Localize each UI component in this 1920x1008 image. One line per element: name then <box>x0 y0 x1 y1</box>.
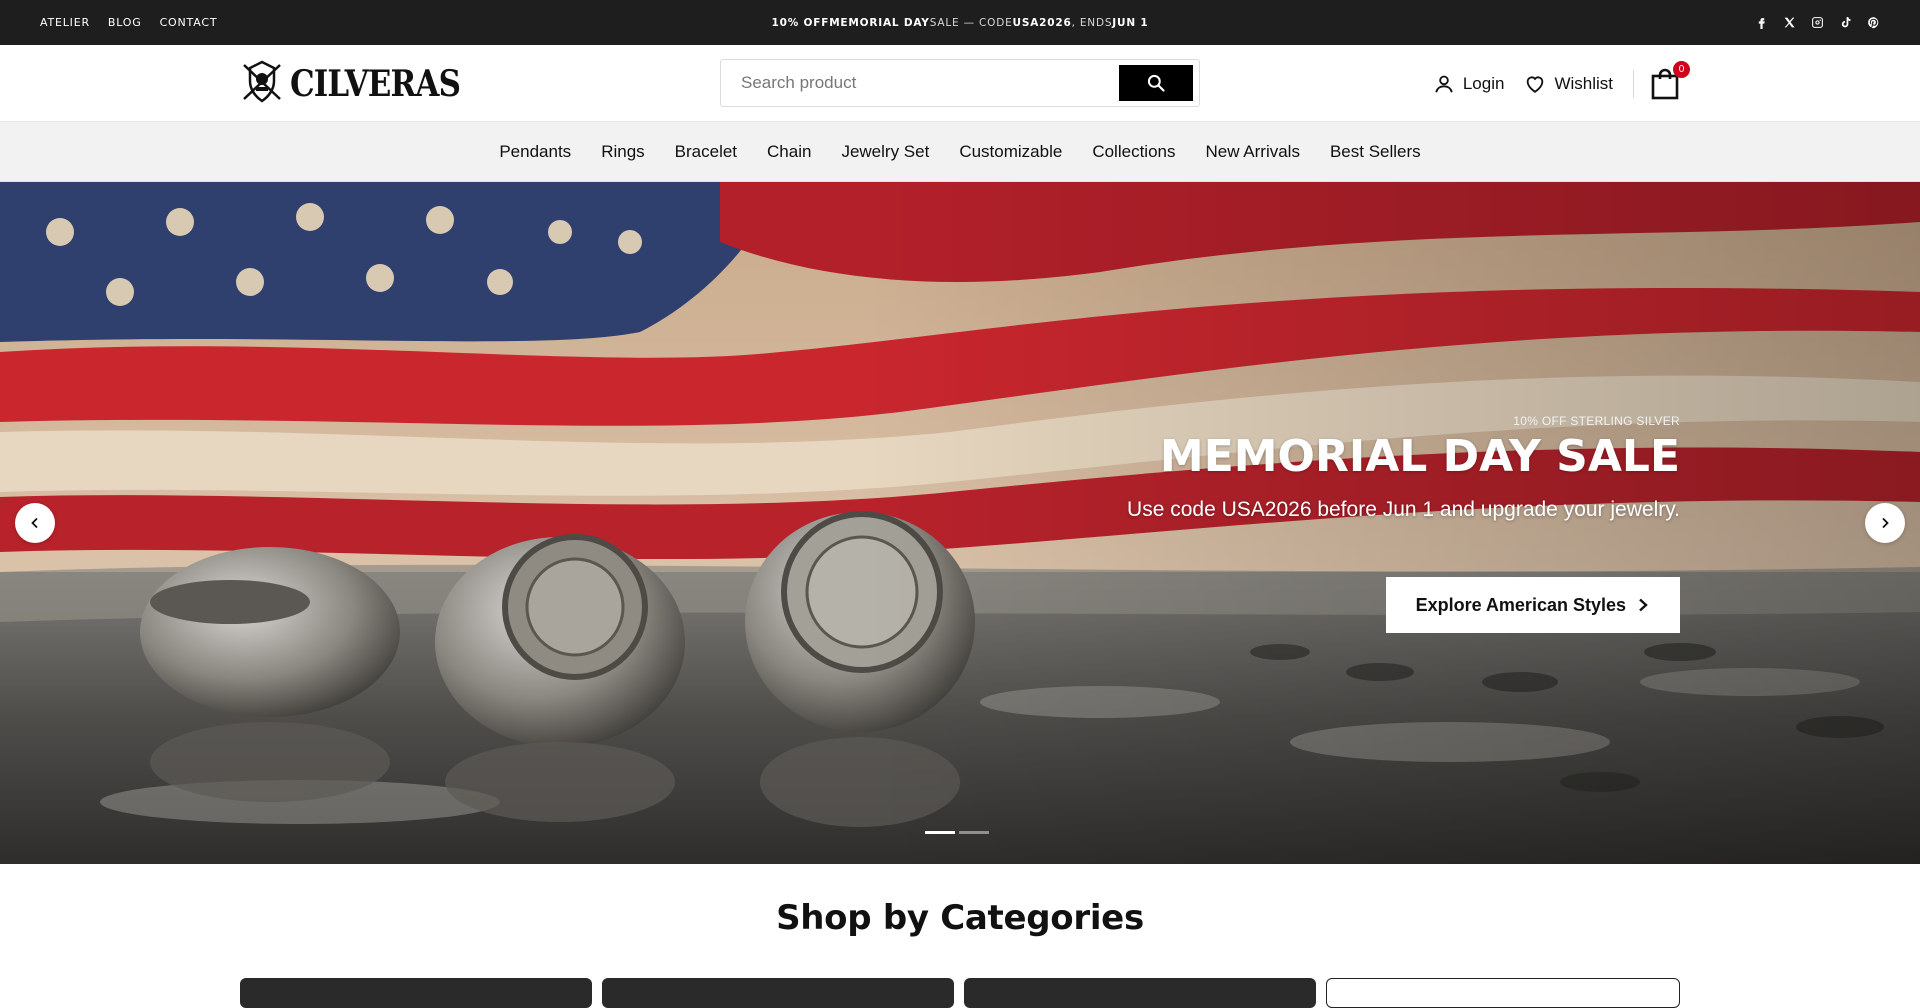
hero-subtitle: Use code USA2026 before Jun 1 and upgrad… <box>1127 498 1680 522</box>
header-actions: Login Wishlist 0 <box>1433 45 1690 122</box>
category-card[interactable] <box>1326 978 1680 1008</box>
nav-item-best-sellers[interactable]: Best Sellers <box>1330 142 1421 162</box>
announcement-bar: ATELIER BLOG CONTACT 10% OFF MEMORIAL DA… <box>0 0 1920 45</box>
search-icon <box>1147 74 1165 92</box>
explore-american-styles-button[interactable]: Explore American Styles <box>1385 577 1680 633</box>
slider-dot-2[interactable] <box>959 831 989 834</box>
slider-dot-1[interactable] <box>925 831 955 834</box>
header-divider <box>1633 69 1634 98</box>
chevron-right-icon <box>1882 517 1889 529</box>
hero-cta-label: Explore American Styles <box>1415 594 1626 615</box>
user-icon <box>1435 75 1453 93</box>
login-label: Login <box>1462 73 1505 93</box>
nav-item-customizable[interactable]: Customizable <box>959 142 1062 162</box>
nav-item-rings[interactable]: Rings <box>601 142 644 162</box>
main-nav: Pendants Rings Bracelet Chain Jewelry Se… <box>0 122 1920 182</box>
category-cards <box>240 978 1680 1008</box>
hero-eyebrow: 10% OFF STERLING SILVER <box>1513 414 1680 428</box>
chevron-right-icon <box>1639 598 1648 612</box>
announce-part-6: JUN 1 <box>1112 16 1149 29</box>
login-link[interactable]: Login <box>1433 73 1505 95</box>
nav-item-pendants[interactable]: Pendants <box>499 142 571 162</box>
announce-part-4: USA2026 <box>1012 16 1072 29</box>
x-icon[interactable] <box>1782 16 1796 30</box>
announce-part-3: SALE — CODE <box>929 16 1013 29</box>
instagram-icon[interactable] <box>1810 16 1824 30</box>
hero-slider: 10% OFF STERLING SILVER MEMORIAL DAY SAL… <box>0 182 1920 864</box>
search-button[interactable] <box>1119 65 1193 101</box>
announce-part-2: MEMORIAL DAY <box>829 16 930 29</box>
cart-button[interactable]: 0 <box>1650 60 1690 101</box>
slider-prev-button[interactable] <box>15 503 55 543</box>
category-card[interactable] <box>964 978 1316 1008</box>
nav-item-chain[interactable]: Chain <box>767 142 811 162</box>
wishlist-label: Wishlist <box>1554 73 1613 93</box>
search-input[interactable] <box>721 60 1116 106</box>
announcement-text: 10% OFF MEMORIAL DAY SALE — CODE USA2026… <box>0 0 1920 45</box>
categories-heading: Shop by Categories <box>776 898 1144 938</box>
pinterest-icon[interactable] <box>1866 16 1880 30</box>
site-header: CILVERAS Login Wishlist 0 <box>0 45 1920 122</box>
wishlist-link[interactable]: Wishlist <box>1524 73 1613 95</box>
tiktok-icon[interactable] <box>1838 16 1852 30</box>
hero-image <box>0 182 1920 864</box>
category-card[interactable] <box>240 978 592 1008</box>
slider-dots <box>925 831 989 834</box>
hero-title: MEMORIAL DAY SALE <box>1159 431 1680 482</box>
slider-next-button[interactable] <box>1865 503 1905 543</box>
search-box <box>720 59 1200 107</box>
logo-text: CILVERAS <box>290 63 461 105</box>
category-card[interactable] <box>602 978 954 1008</box>
nav-item-collections[interactable]: Collections <box>1092 142 1175 162</box>
nav-item-new-arrivals[interactable]: New Arrivals <box>1205 142 1299 162</box>
social-links <box>1754 0 1880 45</box>
chevron-left-icon <box>31 517 38 529</box>
logo-emblem-icon <box>240 59 284 110</box>
nav-item-bracelet[interactable]: Bracelet <box>675 142 737 162</box>
hero-copy: 10% OFF STERLING SILVER MEMORIAL DAY SAL… <box>980 414 1680 522</box>
logo[interactable]: CILVERAS <box>240 59 488 109</box>
nav-item-jewelry-set[interactable]: Jewelry Set <box>841 142 929 162</box>
facebook-icon[interactable] <box>1754 16 1768 30</box>
announce-part-5: , ENDS <box>1071 16 1113 29</box>
cart-count-badge: 0 <box>1673 60 1690 78</box>
heart-icon <box>1527 76 1544 93</box>
announce-part-1: 10% OFF <box>771 16 830 29</box>
